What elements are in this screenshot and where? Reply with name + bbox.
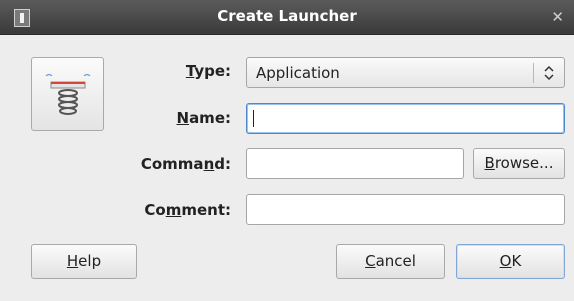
command-input[interactable]	[246, 148, 464, 179]
text-caret	[253, 110, 254, 127]
window-title: Create Launcher	[217, 7, 357, 25]
launcher-icon-button[interactable]	[31, 57, 104, 131]
name-label: Name:	[176, 109, 232, 127]
combo-separator	[533, 63, 534, 83]
updown-arrow-icon	[544, 65, 554, 81]
comment-label: Comment:	[144, 201, 231, 219]
title-bar: Create Launcher ✕	[0, 0, 574, 35]
comment-input[interactable]	[246, 194, 565, 225]
browse-button[interactable]: Browse...	[473, 148, 565, 179]
help-button[interactable]: Help	[31, 244, 137, 279]
launcher-spring-icon	[45, 73, 91, 115]
cancel-button[interactable]: Cancel	[336, 244, 445, 279]
ok-button[interactable]: OK	[456, 244, 565, 279]
type-label: Type:	[185, 62, 231, 80]
name-input[interactable]	[246, 103, 565, 134]
command-label: Command:	[140, 155, 231, 173]
close-icon[interactable]: ✕	[551, 8, 564, 26]
type-select-value: Application	[256, 64, 340, 82]
type-select[interactable]: Application	[246, 57, 565, 88]
